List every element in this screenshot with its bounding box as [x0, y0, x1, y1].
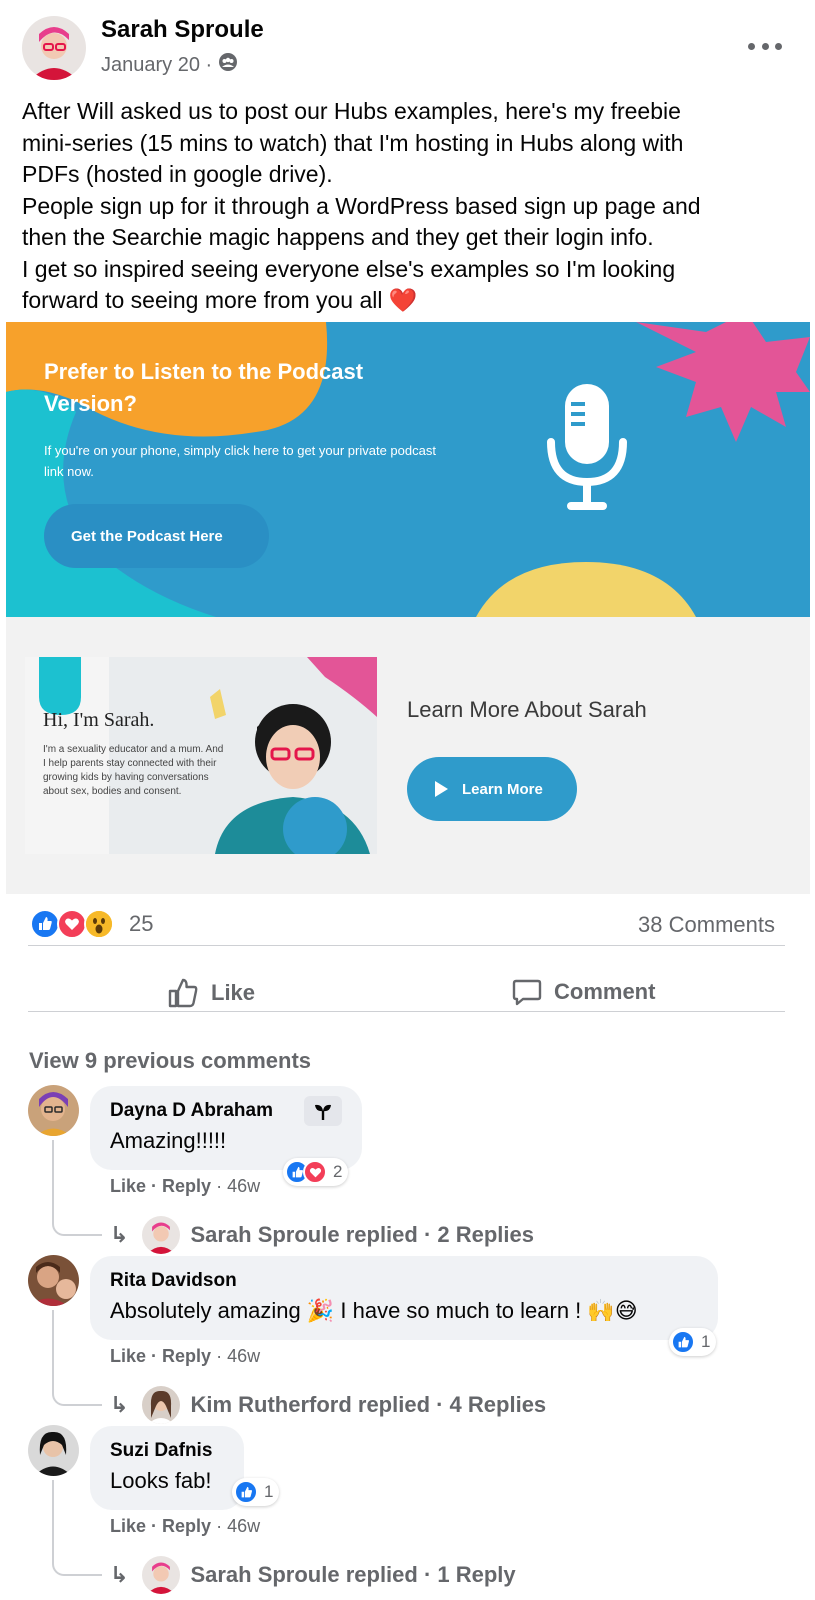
comment-icon — [512, 979, 542, 1006]
comment-reaction-count: 2 — [333, 1162, 343, 1181]
wow-reaction-icon — [84, 909, 114, 939]
post-text-line: mini-series (15 mins to watch) that I'm … — [22, 129, 684, 156]
view-replies-link[interactable]: ↳ Kim Rutherford replied · 4 Replies — [110, 1386, 546, 1424]
learn-more-button[interactable]: Learn More — [407, 757, 577, 821]
comment-like-link[interactable]: Like — [110, 1176, 146, 1196]
replies-summary: Kim Rutherford replied · 4 Replies — [190, 1392, 547, 1417]
comment-reaction-count: 1 — [701, 1332, 711, 1351]
about-card-bio: I'm a sexuality educator and a mum. And … — [43, 744, 224, 797]
like-reaction-icon — [30, 909, 60, 939]
about-card-greeting: Hi, I'm Sarah. — [43, 709, 155, 731]
about-heading: Learn More About Sarah — [407, 697, 647, 722]
author-avatar[interactable] — [22, 16, 86, 80]
author-name[interactable]: Sarah Sproule — [101, 16, 264, 44]
post-text-line: After Will asked us to post our Hubs exa… — [22, 98, 681, 124]
reaction-summary[interactable]: 25 — [30, 909, 153, 939]
thread-line — [52, 1310, 102, 1406]
comments-count[interactable]: 38 Comments — [638, 912, 775, 938]
view-replies-link[interactable]: ↳ Sarah Sproule replied · 2 Replies — [110, 1216, 534, 1254]
comment-actions: Like · Reply · 46w — [110, 1516, 261, 1536]
comment-text: Looks fab! — [110, 1468, 212, 1493]
post-text-line: I get so inspired seeing everyone else's… — [22, 255, 676, 282]
get-podcast-button[interactable]: Get the Podcast Here — [44, 504, 269, 568]
reply-arrow-icon: ↳ — [110, 1392, 129, 1417]
view-replies-link[interactable]: ↳ Sarah Sproule replied · 1 Reply — [110, 1556, 516, 1594]
post-text-line: PDFs (hosted in google drive). — [22, 161, 333, 187]
thread-line — [52, 1480, 102, 1576]
replies-summary: Sarah Sproule replied · 1 Reply — [190, 1562, 516, 1587]
comment-age: · 46w — [216, 1516, 261, 1536]
comment-reaction-count: 1 — [264, 1482, 274, 1501]
thread-line — [52, 1140, 102, 1236]
podcast-banner[interactable]: Prefer to Listen to the Podcast Version?… — [6, 322, 810, 617]
love-reaction-icon — [57, 909, 87, 939]
comment-reactions[interactable]: 1 — [232, 1478, 280, 1506]
play-icon — [435, 781, 448, 797]
commenter-name[interactable]: Rita Davidson — [110, 1270, 237, 1292]
comment-actions: Like · Reply · 46w — [110, 1346, 261, 1366]
comment-reactions[interactable]: 2 — [283, 1158, 349, 1186]
about-card-image[interactable]: Hi, I'm Sarah. I'm a sexuality educator … — [25, 657, 377, 854]
reaction-count: 25 — [129, 911, 154, 936]
comment-text: Absolutely amazing 🎉 I have so much to l… — [110, 1298, 638, 1323]
divider — [28, 945, 785, 946]
comment-age: · 46w — [216, 1346, 261, 1366]
commenter-name[interactable]: Suzi Dafnis — [110, 1440, 212, 1462]
like-reaction-icon — [671, 1330, 695, 1354]
reply-arrow-icon: ↳ — [110, 1222, 129, 1247]
reply-avatar — [142, 1556, 181, 1594]
reply-arrow-icon: ↳ — [110, 1562, 129, 1587]
comment-like-link[interactable]: Like — [110, 1346, 146, 1366]
reply-avatar — [142, 1216, 181, 1254]
commenter-name[interactable]: Dayna D Abraham — [110, 1100, 273, 1122]
rising-star-badge-icon[interactable] — [304, 1096, 342, 1126]
comment-reply-link[interactable]: Reply — [162, 1346, 211, 1366]
like-reaction-icon — [234, 1480, 258, 1504]
commenter-avatar[interactable] — [28, 1255, 79, 1306]
post-text-line: People sign up for it through a WordPres… — [22, 192, 701, 219]
microphone-icon — [547, 384, 627, 510]
comment-actions: Like · Reply · 46w — [110, 1176, 261, 1196]
like-button[interactable]: Like — [167, 977, 255, 1009]
commenter-avatar[interactable] — [28, 1425, 79, 1476]
about-section: Hi, I'm Sarah. I'm a sexuality educator … — [6, 617, 810, 894]
comment-reactions[interactable]: 1 — [669, 1328, 717, 1356]
reply-avatar — [142, 1386, 181, 1424]
comment-button[interactable]: Comment — [512, 977, 655, 1007]
comment-text: Amazing!!!!! — [110, 1128, 227, 1153]
more-options-icon[interactable] — [748, 38, 782, 54]
like-label: Like — [211, 980, 256, 1005]
view-previous-comments[interactable]: View 9 previous comments — [29, 1048, 311, 1074]
comment-label: Comment — [554, 979, 656, 1004]
group-audience-icon — [218, 52, 238, 78]
commenter-avatar[interactable] — [28, 1085, 79, 1136]
post-text: After Will asked us to post our Hubs exa… — [22, 96, 802, 317]
divider — [28, 1011, 785, 1012]
banner-subtitle: If you're on your phone, simply click he… — [44, 443, 436, 479]
post-text-line: forward to seeing more from you all ❤️ — [22, 287, 418, 313]
learn-more-label: Learn More — [462, 780, 543, 798]
post-date[interactable]: January 20 · — [101, 54, 212, 77]
banner-title: Prefer to Listen to the Podcast Version? — [44, 359, 364, 416]
comment-reply-link[interactable]: Reply — [162, 1516, 211, 1536]
comment-age: · 46w — [216, 1176, 261, 1196]
replies-summary: Sarah Sproule replied · 2 Replies — [190, 1222, 534, 1247]
comment-reply-link[interactable]: Reply — [162, 1176, 211, 1196]
comment-like-link[interactable]: Like — [110, 1516, 146, 1536]
love-reaction-icon — [303, 1160, 327, 1184]
post-meta: January 20 · — [101, 52, 238, 78]
like-icon — [168, 978, 198, 1008]
post-text-line: then the Searchie magic happens and they… — [22, 224, 654, 250]
